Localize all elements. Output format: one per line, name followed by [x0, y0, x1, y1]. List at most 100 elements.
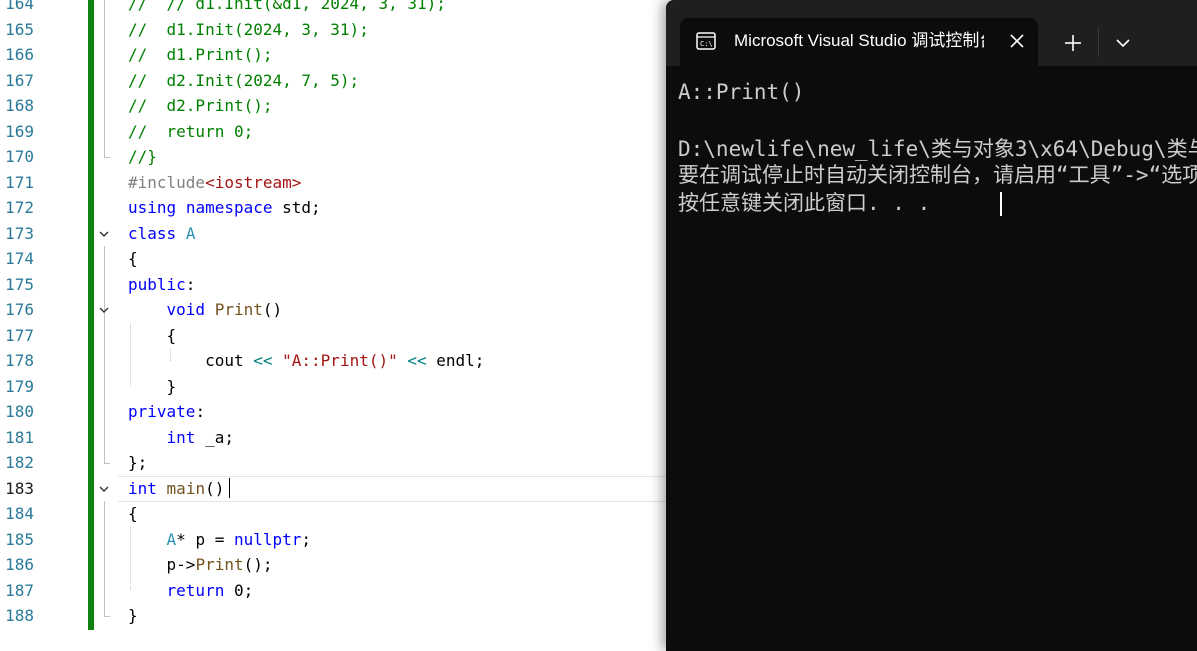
code-text[interactable]: int main() [128, 476, 224, 502]
debug-console-window[interactable]: C:\ Microsoft Visual Studio 调试控制台 A::Pri… [666, 0, 1197, 651]
code-token: #include [128, 172, 206, 192]
indent-guide [170, 348, 171, 361]
code-text[interactable]: { [128, 246, 138, 272]
line-number: 174 [5, 249, 34, 268]
code-text[interactable]: return 0; [128, 578, 254, 604]
code-text[interactable]: A* p = nullptr; [128, 527, 312, 553]
line-number: 170 [5, 147, 34, 166]
line-number: 180 [5, 402, 34, 421]
code-token: // d2.Init(2024, 7, 5); [128, 70, 360, 90]
chevron-down-icon[interactable] [1108, 28, 1138, 58]
code-token: public [128, 274, 186, 294]
line-number: 181 [5, 427, 34, 447]
code-text[interactable]: void Print() [128, 297, 283, 323]
code-token: } [128, 376, 177, 396]
line-number: 167 [5, 70, 34, 90]
code-token: // d1.Init(2024, 3, 31); [128, 19, 369, 39]
line-number: 183 [5, 478, 34, 498]
code-text[interactable]: { [128, 501, 138, 527]
code-text[interactable]: // d1.Print(); [128, 42, 273, 68]
console-titlebar[interactable]: C:\ Microsoft Visual Studio 调试控制台 [666, 0, 1197, 66]
code-text[interactable]: cout << "A::Print()" << endl; [128, 348, 484, 374]
console-tab[interactable]: C:\ Microsoft Visual Studio 调试控制台 [680, 18, 1038, 66]
line-number: 182 [5, 453, 34, 472]
fold-outline [104, 0, 105, 157]
fold-end-tick [104, 156, 110, 158]
fold-end-tick [104, 462, 110, 464]
indent-guide [130, 526, 131, 591]
code-token: () [262, 300, 283, 319]
code-token: Print [195, 555, 244, 574]
titlebar-separator [1098, 27, 1099, 57]
line-number: 187 [5, 580, 34, 600]
code-text[interactable]: // d2.Init(2024, 7, 5); [128, 68, 359, 94]
code-token: //} [128, 147, 157, 166]
code-token: 0; [224, 580, 254, 600]
line-number: 172 [5, 198, 34, 217]
code-token: nullptr [233, 529, 302, 549]
line-number: 165 [5, 19, 34, 39]
code-text[interactable]: int _a; [128, 425, 234, 451]
code-token: int [128, 478, 157, 498]
plus-icon[interactable] [1058, 28, 1088, 58]
line-number: 188 [5, 606, 34, 625]
code-token: // d2.Print(); [128, 96, 273, 115]
code-text[interactable]: class A [128, 221, 195, 247]
code-text[interactable]: { [128, 323, 177, 349]
line-number: 173 [5, 223, 34, 243]
code-token: : [185, 274, 196, 294]
terminal-icon: C:\ [696, 32, 716, 50]
code-text[interactable]: }; [128, 450, 147, 476]
code-text[interactable]: // return 0; [128, 119, 253, 145]
code-token: _a; [195, 427, 234, 447]
code-token: class [128, 223, 177, 243]
code-token: A [166, 529, 177, 549]
close-icon[interactable] [1007, 31, 1027, 51]
code-token: }; [128, 453, 148, 472]
code-text[interactable]: p->Print(); [128, 552, 273, 578]
fold-chevron-icon[interactable] [99, 305, 109, 315]
line-number: 179 [5, 376, 34, 396]
fold-outline [104, 246, 105, 463]
code-token: * p = [176, 529, 234, 549]
line-number: 178 [5, 351, 34, 370]
fold-end-tick [104, 615, 110, 617]
code-token: p-> [128, 555, 196, 574]
code-token: std; [272, 198, 321, 217]
code-token: << [407, 351, 427, 370]
code-text[interactable]: } [128, 603, 138, 629]
code-text[interactable]: //} [128, 144, 157, 170]
code-text[interactable]: } [128, 374, 177, 400]
code-token: // return 0; [128, 121, 254, 141]
code-token: int [166, 427, 196, 447]
code-token: { [128, 249, 138, 268]
code-token: () [205, 478, 225, 498]
fold-chevron-icon[interactable] [99, 229, 109, 239]
code-text[interactable]: private: [128, 399, 205, 425]
code-text[interactable]: // d2.Print(); [128, 93, 273, 119]
code-text[interactable]: using namespace std; [128, 195, 321, 221]
code-text[interactable]: // d1.Init(2024, 3, 31); [128, 17, 369, 43]
code-text[interactable]: // // d1.Init(&d1, 2024, 3, 31); [128, 0, 446, 17]
code-text[interactable]: #include<iostream> [128, 170, 301, 196]
line-number: 177 [5, 325, 34, 345]
line-number: 168 [5, 96, 34, 115]
code-text[interactable]: public: [128, 272, 195, 298]
line-number: 169 [5, 121, 34, 141]
code-token: } [128, 606, 138, 625]
console-tab-title: Microsoft Visual Studio 调试控制台 [734, 31, 984, 50]
code-token: <iostream> [205, 172, 302, 192]
line-number: 175 [5, 274, 34, 294]
console-output-line: 按任意键关闭此窗口. . . [678, 191, 931, 215]
fold-chevron-icon[interactable] [99, 484, 109, 494]
code-token: return [166, 580, 225, 600]
code-token: main [166, 478, 206, 498]
text-caret [229, 478, 230, 498]
line-number: 171 [5, 172, 34, 192]
code-token: : [195, 402, 206, 421]
code-token: << [253, 351, 273, 370]
